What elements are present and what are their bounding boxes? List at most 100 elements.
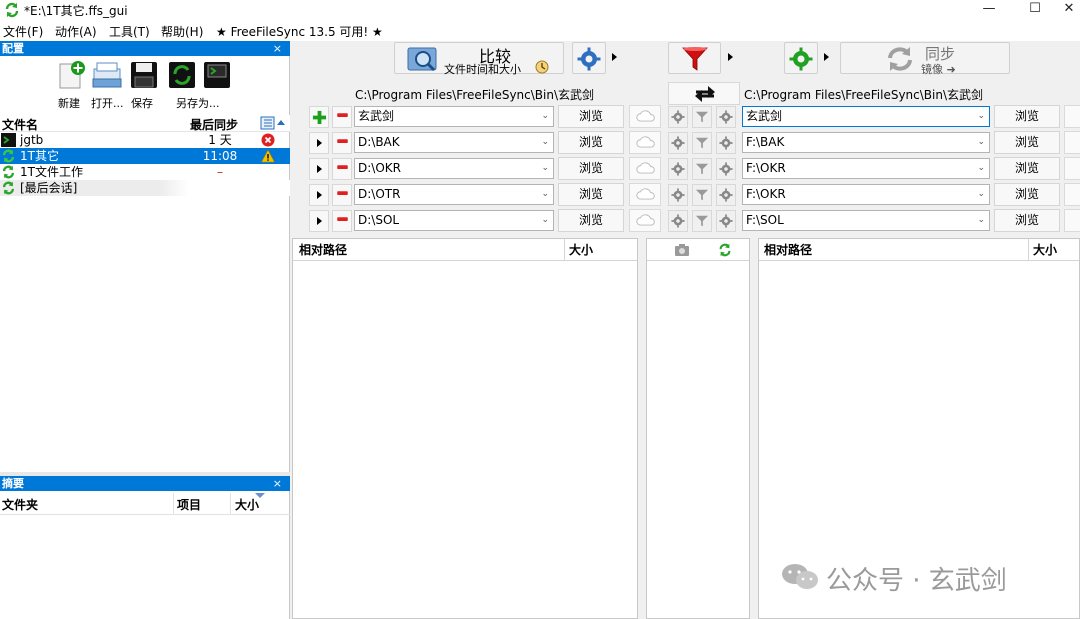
menu-update-notice[interactable]: ★ FreeFileSync 13.5 可用! ★ (216, 23, 383, 40)
left-cloud-button[interactable] (629, 105, 661, 128)
pair-compare-settings-button[interactable] (668, 210, 688, 232)
browse-label: 浏览 (1014, 109, 1039, 123)
chevron-down-icon[interactable]: ⌄ (541, 159, 549, 178)
menu-tools[interactable]: 工具(T) (109, 23, 150, 40)
chevron-down-icon[interactable]: ⌄ (977, 185, 985, 204)
watermark-text: 公众号 · 玄武剑 (826, 566, 1007, 596)
chevron-down-icon[interactable]: ⌄ (541, 211, 549, 230)
pair-filter-button[interactable] (692, 158, 712, 180)
minus-icon (337, 113, 348, 117)
right-folder-input[interactable]: F:\OKR ⌄ (742, 158, 990, 179)
pair-sync-settings-button[interactable] (716, 210, 736, 232)
pair-filter-button[interactable] (692, 184, 712, 206)
middle-action-grid[interactable] (646, 238, 750, 619)
compare-dropdown-arrow-icon[interactable] (612, 53, 617, 61)
menu-action[interactable]: 动作(A) (55, 23, 97, 40)
chevron-down-icon[interactable]: ⌄ (541, 185, 549, 204)
menu-help[interactable]: 帮助(H) (161, 23, 203, 40)
chevron-down-icon[interactable]: ⌄ (977, 107, 985, 126)
right-col-relative-path[interactable]: 相对路径 (764, 239, 812, 261)
browse-label: 浏览 (578, 135, 603, 149)
left-cloud-button[interactable] (629, 209, 661, 232)
right-cloud-button[interactable] (1064, 183, 1080, 206)
chevron-down-icon[interactable]: ⌄ (977, 159, 985, 178)
pair-compare-settings-button[interactable] (668, 158, 688, 180)
left-folder-input[interactable]: 玄武剑 ⌄ (354, 106, 554, 127)
pair-filter-button[interactable] (692, 210, 712, 232)
pair-sync-settings-button[interactable] (716, 132, 736, 154)
right-browse-button[interactable]: 浏览 (994, 131, 1060, 154)
remove-folder-pair-button[interactable] (332, 106, 352, 128)
left-cloud-button[interactable] (629, 131, 661, 154)
filter-dropdown-arrow-icon[interactable] (728, 53, 733, 61)
left-folder-input[interactable]: D:\OKR ⌄ (354, 158, 554, 179)
right-browse-button[interactable]: 浏览 (994, 183, 1060, 206)
chevron-down-icon[interactable]: ⌄ (541, 107, 549, 126)
right-cloud-button[interactable] (1064, 131, 1080, 154)
config-panel-close-icon[interactable]: × (273, 41, 282, 56)
right-col-size[interactable]: 大小 (1033, 239, 1057, 261)
left-cloud-button[interactable] (629, 183, 661, 206)
remove-folder-pair-button[interactable] (332, 132, 352, 154)
right-browse-button[interactable]: 浏览 (994, 105, 1060, 128)
add-folder-pair-button[interactable] (309, 106, 329, 128)
summary-panel-close-icon[interactable]: × (273, 476, 282, 491)
expand-pair-button[interactable] (309, 132, 329, 154)
pair-sync-settings-button[interactable] (716, 184, 736, 206)
pair-filter-button[interactable] (692, 132, 712, 154)
left-browse-button[interactable]: 浏览 (558, 105, 624, 128)
remove-folder-pair-button[interactable] (332, 158, 352, 180)
sync-action-icon[interactable] (717, 243, 733, 257)
sync-settings-button[interactable] (784, 42, 818, 74)
remove-folder-pair-button[interactable] (332, 210, 352, 232)
left-col-relative-path[interactable]: 相对路径 (299, 239, 347, 261)
left-folder-input[interactable]: D:\BAK ⌄ (354, 132, 554, 153)
sync-dropdown-arrow-icon[interactable] (824, 53, 829, 61)
minus-icon (337, 139, 348, 143)
left-browse-button[interactable]: 浏览 (558, 157, 624, 180)
compare-settings-button[interactable] (572, 42, 606, 74)
right-folder-input[interactable]: F:\BAK ⌄ (742, 132, 990, 153)
compare-magnifier-icon (407, 47, 437, 72)
left-col-size[interactable]: 大小 (569, 239, 593, 261)
pair-compare-settings-button[interactable] (668, 184, 688, 206)
chevron-down-icon[interactable]: ⌄ (977, 133, 985, 152)
right-folder-input[interactable]: 玄武剑 ⌄ (742, 106, 990, 127)
left-browse-button[interactable]: 浏览 (558, 131, 624, 154)
pair-sync-settings-button[interactable] (716, 106, 736, 128)
expand-pair-button[interactable] (309, 210, 329, 232)
swap-sides-button[interactable] (668, 82, 740, 105)
right-folder-input[interactable]: F:\SOL ⌄ (742, 210, 990, 231)
left-file-grid[interactable]: 相对路径 大小 (292, 238, 638, 619)
right-folder-input[interactable]: F:\OKR ⌄ (742, 184, 990, 205)
left-folder-input[interactable]: D:\SOL ⌄ (354, 210, 554, 231)
minimize-button[interactable]: — (966, 0, 1012, 20)
right-browse-button[interactable]: 浏览 (994, 157, 1060, 180)
left-browse-button[interactable]: 浏览 (558, 183, 624, 206)
close-button[interactable]: ✕ (1058, 0, 1080, 20)
left-cloud-button[interactable] (629, 157, 661, 180)
synchronize-button[interactable]: 同步 镜像 ➜ (840, 42, 1010, 76)
filter-button[interactable] (668, 42, 721, 74)
right-cloud-button[interactable] (1064, 105, 1080, 128)
column-items[interactable]: 项目 (177, 496, 201, 513)
compare-button[interactable]: 比较 文件时间和大小 (394, 42, 564, 76)
pair-sync-settings-button[interactable] (716, 158, 736, 180)
expand-pair-button[interactable] (309, 184, 329, 206)
right-browse-button[interactable]: 浏览 (994, 209, 1060, 232)
right-cloud-button[interactable] (1064, 209, 1080, 232)
maximize-button[interactable]: ☐ (1012, 0, 1058, 20)
left-browse-button[interactable]: 浏览 (558, 209, 624, 232)
column-folder[interactable]: 文件夹 (2, 496, 38, 513)
chevron-down-icon[interactable]: ⌄ (541, 133, 549, 152)
menu-file[interactable]: 文件(F) (3, 23, 43, 40)
pair-compare-settings-button[interactable] (668, 132, 688, 154)
right-cloud-button[interactable] (1064, 157, 1080, 180)
chevron-down-icon[interactable]: ⌄ (977, 211, 985, 230)
pair-compare-settings-button[interactable] (668, 106, 688, 128)
expand-pair-button[interactable] (309, 158, 329, 180)
remove-folder-pair-button[interactable] (332, 184, 352, 206)
left-folder-input[interactable]: D:\OTR ⌄ (354, 184, 554, 205)
camera-icon[interactable] (675, 244, 689, 256)
pair-filter-button[interactable] (692, 106, 712, 128)
